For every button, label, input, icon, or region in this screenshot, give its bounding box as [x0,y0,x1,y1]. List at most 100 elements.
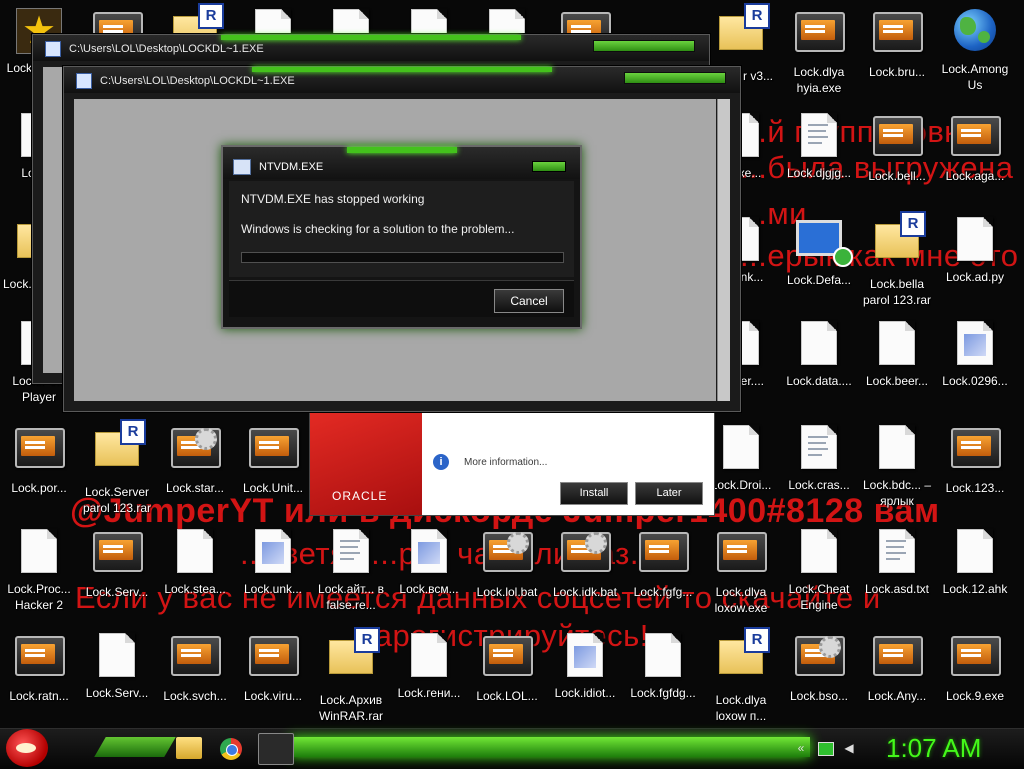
window-titlebar[interactable]: C:\Users\LOL\Desktop\LOCKDL~1.EXE [64,67,740,93]
desktop-icon[interactable]: Lock.LOL... [468,630,546,704]
text-document-icon [327,529,375,577]
desktop-icon[interactable]: Lock.por... [0,422,78,496]
desktop-icon[interactable]: Lock.Any... [858,630,936,704]
desktop-icon[interactable]: Lock.asd.txt [858,526,936,597]
console-taskbar-icon[interactable] [258,733,294,765]
desktop: ...й группировк... ...была выгружена ...… [0,0,1024,728]
desktop-icon[interactable]: Lock.bell... [858,110,936,184]
desktop-icon[interactable]: Lock.9.exe [936,630,1014,704]
later-button[interactable]: Later [635,482,703,505]
desktop-icon[interactable]: Lock.Unit... [234,422,312,496]
desktop-icon[interactable]: Lock.0296... [936,318,1014,389]
desktop-icon-label: Lock.dlya loxow п... [715,693,767,723]
batch-file-icon [717,532,767,580]
network-icon[interactable] [818,742,834,756]
clock[interactable]: 1:07 AM [886,733,981,764]
titlebar-accent [346,147,457,153]
oracle-logo-text: ORACLE [332,489,388,503]
desktop-icon-label: Lock.asd.txt [864,582,930,596]
desktop-icon[interactable]: Lock.idiot... [546,630,624,701]
desktop-icon-label: Lock.12.ahk [942,582,1008,596]
desktop-icon[interactable]: Lock.Defa... [780,214,858,288]
desktop-icon-label: Lock.всм... [399,582,459,596]
desktop-icon[interactable]: Lock.bdc... – ярлык [858,422,936,509]
desktop-icon[interactable]: Lock.dlya loxow.exe [702,526,780,616]
desktop-icon[interactable]: Lock.bru... [858,6,936,80]
desktop-icon[interactable]: Lock.Serv... [78,630,156,701]
dialog-body: NTVDM.EXE has stopped working Windows is… [229,181,574,277]
volume-icon[interactable]: ◀ [842,742,856,754]
desktop-icon[interactable]: Lock.fgfdg... [624,630,702,701]
desktop-icon[interactable]: Lock.Proc... Hacker 2 [0,526,78,613]
desktop-icon[interactable]: R Lock.bella parol 123.rar [858,211,936,308]
batch-file-icon [93,532,143,580]
info-icon: i [433,454,449,470]
desktop-icon-label: Lock.dlya loxow.exe [714,585,768,615]
desktop-icon[interactable]: Lock.Serv... [78,526,156,600]
winrar-archive-icon: R [873,211,926,272]
desktop-icon[interactable]: Lock.123... [936,422,1014,496]
desktop-icon[interactable]: Lock.bso... [780,630,858,704]
desktop-icon-label: Lock.fgfg... [633,585,693,599]
desktop-icon[interactable]: Lock.dlya hyia.exe [780,6,858,96]
desktop-icon[interactable]: Lock.svch... [156,630,234,704]
desktop-icon[interactable]: R Lock.Архив WinRAR.rar [312,627,390,724]
desktop-icon[interactable]: Lock.ad.py [936,214,1014,285]
more-information-link[interactable]: More information... [464,457,547,468]
desktop-icon[interactable]: Lock.айт... в false.re... [312,526,390,613]
desktop-icon[interactable]: Lock.12.ahk [936,526,1014,597]
winrar-archive-icon: R [717,627,770,688]
desktop-icon[interactable]: Lock.Cheat Engine [780,526,858,613]
desktop-icon[interactable]: Lock.ratn... [0,630,78,704]
window-titlebar[interactable]: C:\Users\LOL\Desktop\LOCKDL~1.EXE [33,35,709,61]
desktop-icon-label: Lock.Server parol 123.rar [82,485,152,515]
console-icon [76,73,92,89]
desktop-icon-label: Lock.bdc... – ярлык [862,478,932,508]
desktop-icon[interactable]: Lock.aga... [936,110,1014,184]
desktop-icon[interactable]: Lock.всм... [390,526,468,597]
batch-file-icon [15,428,65,476]
desktop-icon[interactable]: Lock.fgfg... [624,526,702,600]
taskbar-glow [290,737,810,757]
window-controls[interactable] [593,40,695,52]
explorer-taskbar-icon[interactable] [176,737,202,759]
desktop-icon[interactable]: Lock.гени... [390,630,468,701]
batch-file-icon [873,636,923,684]
desktop-icon-label: Lock.idk.bat [552,585,618,599]
text-document-icon [795,425,843,473]
window-controls[interactable] [624,72,726,84]
desktop-icon-label: Lock.LOL... [476,689,538,703]
chrome-taskbar-icon[interactable] [220,738,242,760]
titlebar-accent [221,35,521,40]
image-file-icon [249,529,297,577]
desktop-icon-label: Lock.Архив WinRAR.rar [318,693,383,723]
desktop-icon[interactable]: Lock.djgjg... [780,110,858,181]
desktop-icon[interactable]: R Lock.Server parol 123.rar [78,419,156,516]
install-button[interactable]: Install [560,482,628,505]
desktop-icon-label: Lock.123... [945,481,1005,495]
desktop-icon-label: Lock.unk... [243,582,303,596]
desktop-icon-label: Lock.Serv... [85,686,149,700]
desktop-icon[interactable]: Lock.data.... [780,318,858,389]
desktop-icon[interactable]: Lock.lol.bat [468,526,546,600]
desktop-icon[interactable]: Lock.idk.bat [546,526,624,600]
chevron-icon[interactable]: « [794,742,808,754]
start-button[interactable] [6,729,48,767]
desktop-icon[interactable]: Lock.cras... [780,422,858,493]
close-button[interactable] [532,161,566,172]
ntvdm-error-dialog[interactable]: NTVDM.EXE NTVDM.EXE has stopped working … [221,145,582,329]
blank-file-icon [873,321,921,369]
desktop-icon-label: Lock.Unit... [242,481,304,495]
desktop-icon[interactable]: Lock.star... [156,422,234,496]
desktop-icon[interactable]: Lock.Among Us [936,6,1014,93]
desktop-icon[interactable]: R Lock.dlya loxow п... [702,627,780,724]
error-message: NTVDM.EXE has stopped working [241,192,425,206]
desktop-icon-label: Lock.fgfdg... [630,686,696,700]
desktop-icon[interactable]: Lock.viru... [234,630,312,704]
desktop-icon[interactable]: Lock.unk... [234,526,312,597]
dialog-titlebar[interactable]: NTVDM.EXE [223,147,580,179]
desktop-icon[interactable]: Lock.beer... [858,318,936,389]
desktop-icon[interactable]: Lock.stea... [156,526,234,597]
cancel-button[interactable]: Cancel [494,289,564,313]
vertical-scrollbar[interactable] [717,99,730,401]
